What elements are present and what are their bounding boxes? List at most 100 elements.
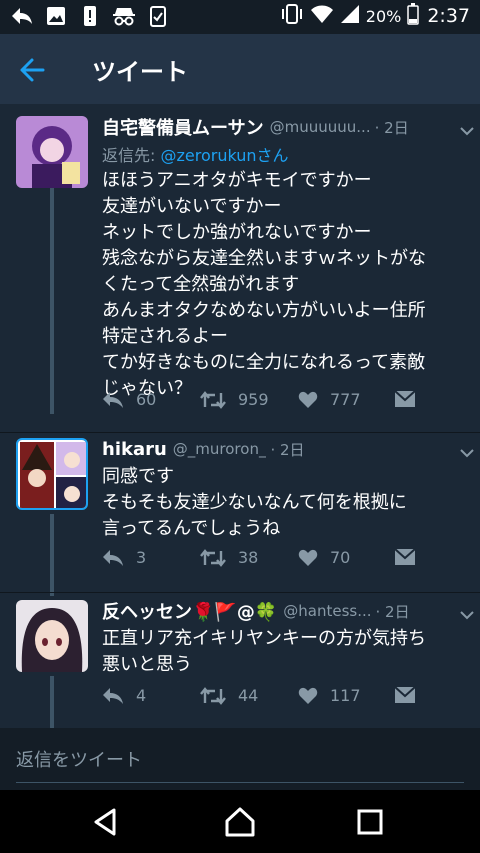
tweet-line: てか好きなものに全力になれるって素敵 — [102, 352, 426, 373]
heart-icon — [298, 687, 318, 704]
tweet-actions: 60 959 777 — [102, 390, 420, 418]
divider — [0, 432, 480, 433]
alert-icon — [78, 4, 102, 28]
retweet-icon — [200, 686, 226, 705]
chevron-down-icon[interactable] — [460, 121, 474, 136]
tweet-header: 自宅警備員ムーサン @muuuuuu... · 2日 — [102, 112, 468, 142]
like-button[interactable]: 777 — [298, 390, 361, 409]
reply-count: 3 — [136, 548, 147, 567]
signal-icon — [340, 4, 360, 28]
heart-icon — [298, 549, 318, 566]
tweet[interactable]: 反ヘッセン🌹🚩@🍀 @hantess... · 2日 正直リア充イキリヤンキーの… — [0, 596, 480, 728]
display-name[interactable]: 反ヘッセン🌹🚩@🍀 — [102, 598, 277, 624]
tweet-line: ネットでしか強がれないですかー — [102, 222, 372, 243]
clock: 2:37 — [427, 5, 470, 27]
battery-icon — [407, 3, 420, 29]
reply-composer — [0, 728, 480, 790]
retweet-button[interactable]: 38 — [200, 548, 258, 567]
reply-button[interactable]: 60 — [102, 390, 156, 409]
envelope-icon — [394, 390, 416, 407]
retweet-button[interactable]: 959 — [200, 390, 269, 409]
direct-message-button[interactable] — [394, 686, 416, 704]
retweet-count: 959 — [238, 390, 269, 409]
wifi-icon — [310, 4, 334, 28]
direct-message-button[interactable] — [394, 390, 416, 408]
page-title: ツイート — [92, 58, 188, 86]
retweet-count: 44 — [238, 686, 259, 705]
tweet-time: · 2日 — [270, 440, 305, 459]
tweet-line: 友達がいないですかー — [102, 196, 282, 217]
tweet-thread[interactable]: 自宅警備員ムーサン @muuuuuu... · 2日 返信先: @zeroruk… — [0, 104, 480, 728]
tweet-line: 言ってるんでしょうね — [102, 518, 281, 539]
tweet-line: ほほうアニオタがキモイですかー — [102, 170, 372, 191]
chevron-down-icon[interactable] — [460, 605, 474, 620]
status-bar: 20% 2:37 — [0, 0, 480, 34]
like-count: 117 — [330, 686, 361, 705]
reply-icon — [103, 687, 123, 704]
heart-icon — [298, 391, 318, 408]
system-nav-bar — [0, 790, 480, 853]
retweet-icon — [200, 390, 226, 409]
tweet-header: hikaru @_muroron_ · 2日 — [102, 434, 468, 464]
recents-square-icon[interactable] — [354, 806, 386, 838]
app-header: ツイート — [0, 34, 480, 104]
tweet-line: 正直リア充イキリヤンキーの方が気持ち — [102, 628, 426, 649]
tweet[interactable]: hikaru @_muroron_ · 2日 同感です そもそも友達少ないなんて… — [0, 434, 480, 594]
vibrate-icon — [280, 4, 304, 28]
tweet-text: 正直リア充イキリヤンキーの方が気持ち 悪いと思う — [102, 626, 466, 678]
tweet-header: 反ヘッセン🌹🚩@🍀 @hantess... · 2日 — [102, 596, 468, 626]
tweet-line: そもそも友達少ないなんて何を根拠に — [102, 492, 407, 513]
reply-icon — [103, 549, 123, 566]
tweet-actions: 4 44 117 — [102, 686, 420, 714]
reply-arrow-icon — [10, 4, 34, 28]
tweet-text: 同感です そもそも友達少ないなんて何を根拠に 言ってるんでしょうね — [102, 464, 466, 542]
tweet-line: あんまオタクなめない方がいいよー住所 — [102, 300, 426, 321]
divider — [0, 592, 480, 593]
envelope-icon — [394, 686, 416, 703]
clipboard-check-icon — [146, 4, 170, 28]
retweet-count: 38 — [238, 548, 259, 567]
tweet-line: くたって全然強がれます — [102, 274, 300, 295]
reply-button[interactable]: 4 — [102, 686, 146, 705]
incognito-icon — [112, 4, 136, 28]
like-button[interactable]: 117 — [298, 686, 361, 705]
system-indicators: 20% 2:37 — [280, 3, 470, 29]
reply-button[interactable]: 3 — [102, 548, 146, 567]
like-button[interactable]: 70 — [298, 548, 350, 567]
battery-percent: 20% — [365, 6, 402, 26]
direct-message-button[interactable] — [394, 548, 416, 566]
tweet-line: 特定されるよー — [102, 326, 228, 347]
like-count: 70 — [330, 548, 351, 567]
user-handle[interactable]: @hantess... — [283, 602, 371, 620]
back-triangle-icon[interactable] — [90, 806, 122, 838]
reply-context: 返信先: @zerorukunさん — [102, 142, 289, 166]
like-count: 777 — [330, 390, 361, 409]
tweet-line: 同感です — [102, 466, 174, 487]
avatar[interactable] — [16, 600, 88, 672]
retweet-icon — [200, 548, 226, 567]
display-name[interactable]: hikaru — [102, 439, 167, 460]
reply-to-link[interactable]: @zerorukunさん — [160, 146, 288, 165]
reply-input[interactable] — [16, 742, 464, 778]
tweet-line: 悪いと思う — [102, 654, 192, 675]
tweet-time: · 2日 — [375, 602, 410, 621]
user-handle[interactable]: @_muroron_ — [173, 440, 267, 458]
user-handle[interactable]: @muuuuuu... — [270, 118, 371, 136]
display-name[interactable]: 自宅警備員ムーサン — [102, 114, 264, 140]
tweet-line: 残念ながら友達全然いますｗネットがな — [102, 248, 426, 269]
tweet-actions: 3 38 70 — [102, 548, 420, 576]
notification-icons — [10, 4, 170, 28]
reply-count: 4 — [136, 686, 147, 705]
input-underline — [16, 782, 464, 783]
retweet-button[interactable]: 44 — [200, 686, 258, 705]
tweet-text: ほほうアニオタがキモイですかー 友達がいないですかー ネットでしか強がれないです… — [102, 168, 466, 402]
avatar[interactable] — [16, 116, 88, 188]
home-circle-icon[interactable] — [224, 806, 256, 838]
envelope-icon — [394, 548, 416, 565]
reply-prefix: 返信先: — [102, 146, 161, 165]
tweet-time: · 2日 — [374, 118, 409, 137]
back-arrow-icon[interactable] — [18, 56, 46, 84]
tweet[interactable]: 自宅警備員ムーサン @muuuuuu... · 2日 返信先: @zeroruk… — [0, 112, 480, 434]
avatar[interactable] — [16, 438, 88, 510]
chevron-down-icon[interactable] — [460, 443, 474, 458]
